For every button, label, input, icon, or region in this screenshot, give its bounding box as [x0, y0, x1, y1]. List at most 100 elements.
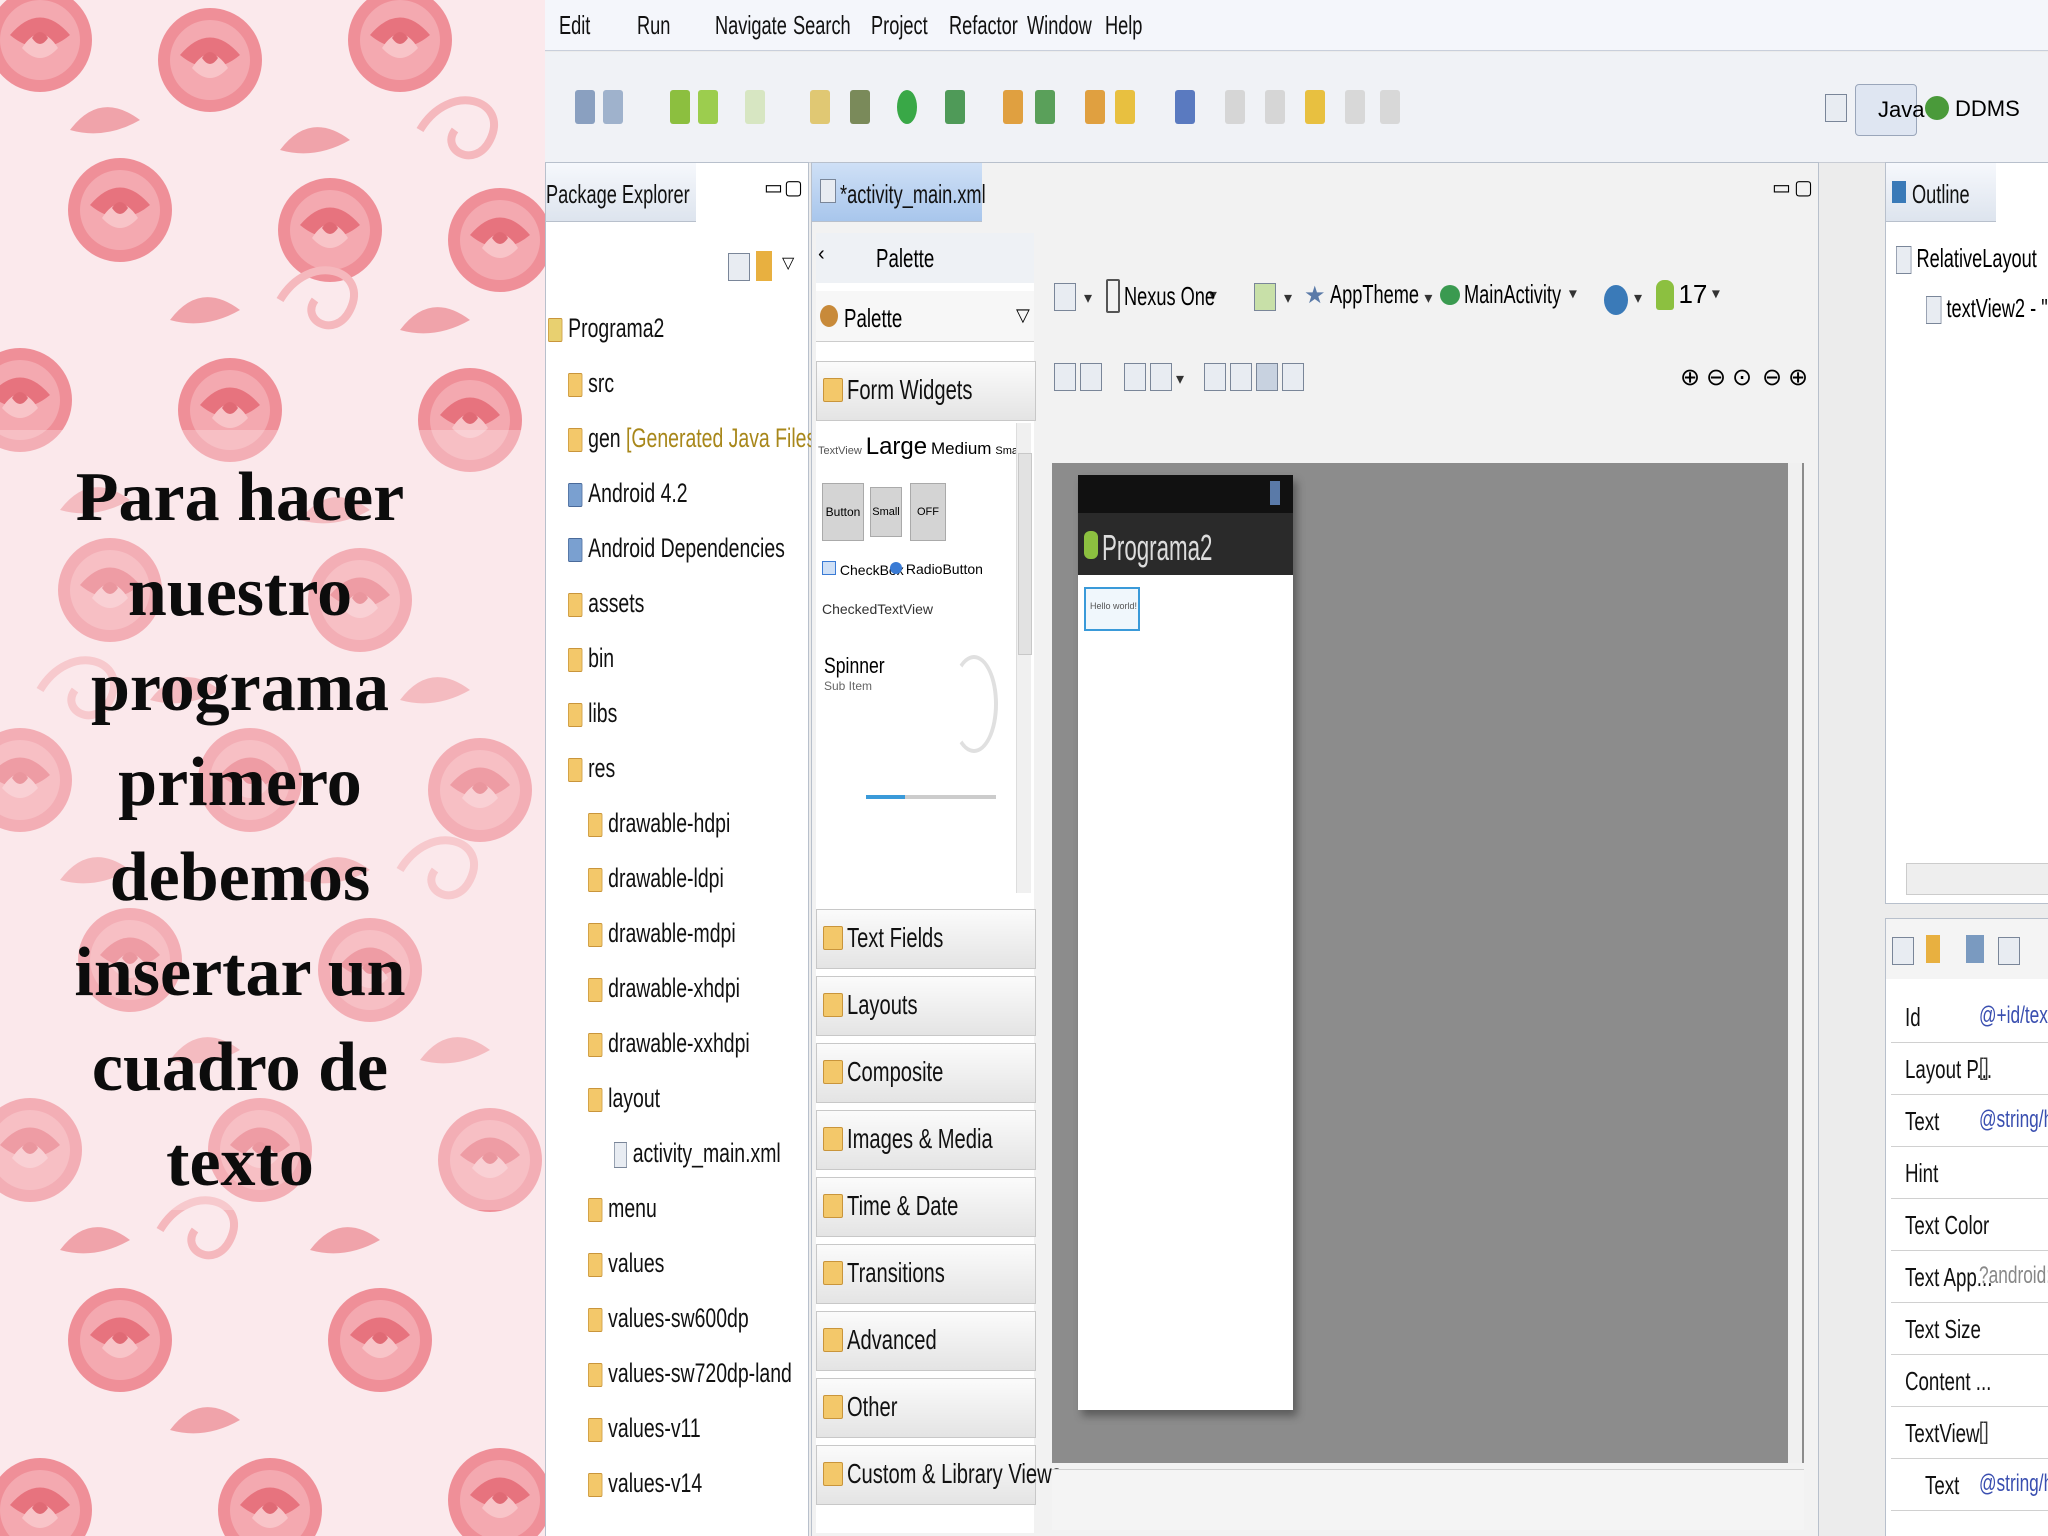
filter-icon[interactable] [1966, 935, 1984, 963]
orientation-dropdown-icon[interactable]: ▾ [1284, 288, 1292, 308]
property-row[interactable]: Layout P...[] [1891, 1044, 2048, 1095]
widget-button[interactable]: Button [822, 483, 864, 541]
widget-spinner[interactable]: Spinner Sub Item [824, 653, 900, 693]
tree-item-values-v11[interactable]: values-v11 [588, 1413, 701, 1444]
palette-category-advanced[interactable]: Advanced [816, 1311, 1036, 1371]
zoom-emulate-icon[interactable]: ⊕ [1680, 363, 1700, 392]
tree-item-layout[interactable]: layout [588, 1083, 660, 1114]
canvas-vertical-scrollbar[interactable] [1788, 463, 1802, 1463]
tree-item-values-sw720dp-land[interactable]: values-sw720dp-land [588, 1358, 792, 1389]
open-perspective-icon[interactable] [1825, 94, 1847, 122]
toggle-fill-width-icon[interactable] [1054, 363, 1076, 391]
android-sdk-icon[interactable] [670, 90, 690, 124]
baseline-icon[interactable] [1230, 363, 1252, 391]
tree-item-gen[interactable]: gen [Generated Java Files] [568, 423, 822, 454]
menu-edit[interactable]: Edit [559, 10, 604, 41]
last-edit-icon[interactable] [1305, 90, 1325, 124]
selected-textview[interactable]: Hello world! [1084, 587, 1140, 631]
widget-radio-button[interactable]: RadioButton [890, 561, 983, 577]
external-tools-icon[interactable] [945, 90, 965, 124]
zoom-fit-icon[interactable]: ⊖ [1706, 363, 1726, 392]
palette-category-transitions[interactable]: Transitions [816, 1244, 1036, 1304]
categories-icon[interactable] [1892, 937, 1914, 965]
palette-category-text-fields[interactable]: Text Fields [816, 909, 1036, 969]
package-explorer-tab[interactable]: Package Explorer [546, 163, 696, 222]
locale-globe-icon[interactable] [1604, 285, 1628, 315]
annotation-icon[interactable] [1115, 90, 1135, 124]
open-type-icon[interactable] [1035, 90, 1055, 124]
menu-help[interactable]: Help [1105, 10, 1150, 41]
property-row[interactable]: Hint [1891, 1148, 2048, 1199]
lint-icon[interactable] [745, 90, 765, 124]
palette-category-other[interactable]: Other [816, 1378, 1036, 1438]
save-all-icon[interactable] [603, 90, 623, 124]
new-project-icon[interactable] [810, 90, 830, 124]
forward-icon[interactable] [1380, 90, 1400, 124]
palette-category-images-media[interactable]: Images & Media [816, 1110, 1036, 1170]
widget-textview-sizes[interactable]: TextView Large Medium Small [818, 433, 1023, 461]
widget-small-button[interactable]: Small [870, 487, 902, 537]
orientation-icon[interactable] [1254, 283, 1276, 311]
config-dropdown-icon[interactable]: ▾ [1084, 288, 1092, 308]
margins-icon[interactable] [1204, 363, 1226, 391]
theme-selector[interactable]: ★ AppTheme ▾ [1304, 279, 1432, 310]
outline-tab[interactable]: Outline [1886, 163, 1996, 222]
tree-item-bin[interactable]: bin [568, 643, 614, 674]
palette-category-form-widgets[interactable]: Form Widgets [816, 361, 1036, 421]
palette-scrollbar[interactable] [1016, 423, 1032, 893]
link-editor-icon[interactable] [756, 251, 772, 281]
widget-checked-textview[interactable]: CheckedTextView [822, 601, 933, 617]
zoom-actual-icon[interactable]: ⊙ [1732, 363, 1752, 392]
view-menu-icon[interactable]: ▽ [782, 253, 794, 273]
config-file-icon[interactable] [1054, 283, 1076, 311]
locale-dropdown-icon[interactable]: ▾ [1634, 288, 1642, 308]
tree-item-assets[interactable]: assets [568, 588, 644, 619]
tree-item-android-4-2[interactable]: Android 4.2 [568, 478, 688, 509]
next-annotation-icon[interactable] [1225, 90, 1245, 124]
device-selector[interactable]: Nexus One ▾ [1106, 279, 1217, 313]
widget-toggle-button[interactable]: OFF [910, 483, 946, 541]
collapse-all-icon[interactable] [728, 253, 750, 281]
palette-category-layouts[interactable]: Layouts [816, 976, 1036, 1036]
palette-category-custom-library-views[interactable]: Custom & Library Views [816, 1445, 1062, 1505]
run-icon[interactable] [897, 90, 917, 124]
outline-horizontal-scrollbar[interactable] [1906, 863, 2048, 895]
pointer-icon[interactable] [1175, 90, 1195, 124]
canvas-horizontal-scrollbar[interactable] [1052, 1469, 1804, 1530]
java-perspective-button[interactable]: Java [1855, 84, 1924, 136]
property-row[interactable]: Text Color [1891, 1200, 2048, 1251]
maximize-icon[interactable]: ▢ [1794, 175, 1813, 200]
minimize-icon[interactable]: ▭ [764, 175, 783, 200]
tree-item-values-v14[interactable]: values-v14 [588, 1468, 702, 1499]
toggle-fill-height-icon[interactable] [1080, 363, 1102, 391]
tree-item-drawable-hdpi[interactable]: drawable-hdpi [588, 808, 730, 839]
tree-item-values-sw600dp[interactable]: values-sw600dp [588, 1303, 749, 1334]
tree-item-project[interactable]: Programa2 [548, 313, 664, 344]
tree-item-libs[interactable]: libs [568, 698, 617, 729]
debug-icon[interactable] [850, 90, 870, 124]
zoom-out-icon[interactable]: ⊖ [1762, 363, 1782, 392]
tree-item-drawable-mdpi[interactable]: drawable-mdpi [588, 918, 736, 949]
widget-progress-bar[interactable] [866, 795, 996, 799]
advanced-icon[interactable] [1998, 937, 2020, 965]
collapse-palette-icon[interactable]: ‹ [818, 243, 825, 266]
align-grid-icon[interactable] [1150, 363, 1172, 391]
tree-item-res[interactable]: res [568, 753, 615, 784]
property-row[interactable]: TextView[] [1891, 1408, 2048, 1459]
tree-item-drawable-xxhdpi[interactable]: drawable-xxhdpi [588, 1028, 750, 1059]
maximize-icon[interactable]: ▢ [784, 175, 803, 200]
activity-selector[interactable]: MainActivity ▾ [1440, 279, 1577, 310]
search-icon[interactable] [1085, 90, 1105, 124]
distribute-icon[interactable] [1256, 363, 1278, 391]
minimize-icon[interactable]: ▭ [1772, 175, 1791, 200]
menu-search[interactable]: Search [793, 10, 851, 41]
outline-item-textview2[interactable]: textView2 - "Hello [1926, 293, 2048, 325]
back-icon[interactable] [1345, 90, 1365, 124]
palette-scrollbar-thumb[interactable] [1018, 453, 1032, 655]
editor-tab-activity-main[interactable]: *activity_main.xml [812, 163, 986, 222]
property-row[interactable]: Text App...?android:a [1891, 1252, 2048, 1303]
new-class-icon[interactable] [1003, 90, 1023, 124]
menu-navigate[interactable]: Navigate [715, 10, 787, 41]
menu-project[interactable]: Project [871, 10, 928, 41]
save-icon[interactable] [575, 90, 595, 124]
